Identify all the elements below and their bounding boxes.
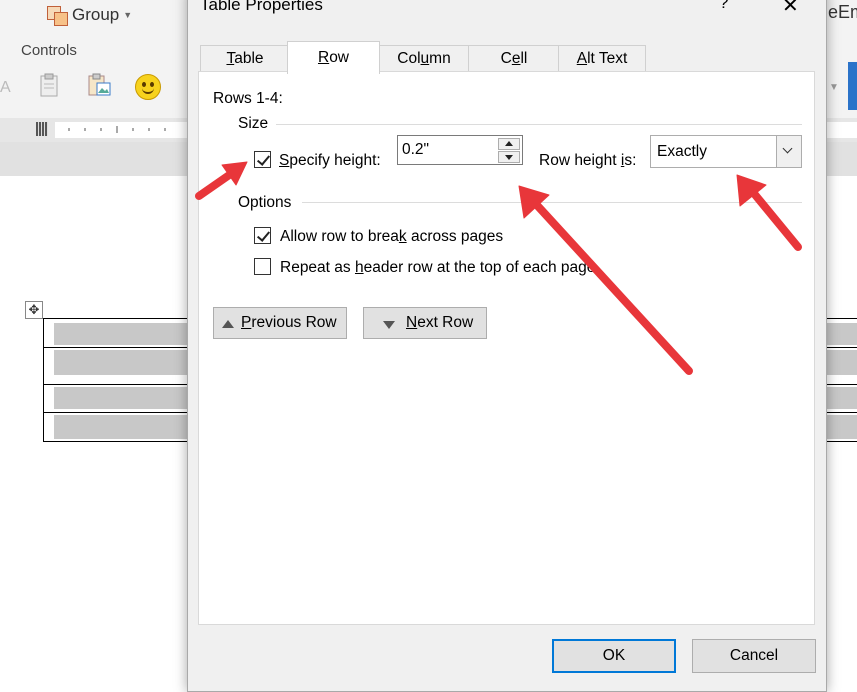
allow-break-checkbox[interactable] xyxy=(254,227,271,244)
tab-row-label: ow xyxy=(329,49,350,66)
row-height-is-text-pre: Row height xyxy=(539,152,621,169)
rows-label: Rows 1-4: xyxy=(213,90,283,107)
tab-cell[interactable]: Cell xyxy=(468,45,560,72)
triangle-up-icon xyxy=(222,320,234,328)
allow-break-text: across pages xyxy=(406,228,504,245)
height-input[interactable]: 0.2" xyxy=(402,141,429,159)
tab-alt-text[interactable]: Alt Text xyxy=(558,45,646,72)
clipboard-icon[interactable] xyxy=(38,72,60,98)
specify-height-checkbox[interactable] xyxy=(254,151,271,168)
specify-height-accesskey: S xyxy=(279,152,290,169)
tab-alt-text-label: lt Text xyxy=(587,50,628,67)
specify-height-text: pecify height: xyxy=(289,152,381,169)
row-height-mode-select[interactable]: Exactly xyxy=(650,135,802,168)
controls-group-label: Controls xyxy=(21,42,77,59)
group-label: Group xyxy=(72,5,120,24)
close-icon[interactable]: ✕ xyxy=(782,0,799,18)
group-icon xyxy=(46,4,68,26)
ribbon-cut-text: eEm xyxy=(828,2,857,22)
tab-alt-text-accesskey: A xyxy=(576,50,588,67)
table-properties-dialog: Table Properties ? ✕ Table Row Column Ce… xyxy=(187,0,827,692)
previous-row-accesskey: P xyxy=(241,314,252,331)
options-divider xyxy=(302,202,802,203)
row-height-mode-value: Exactly xyxy=(657,143,707,160)
spin-down-icon[interactable] xyxy=(498,151,520,163)
tab-column[interactable]: Column xyxy=(378,45,470,72)
ribbon-blue-button[interactable] xyxy=(848,62,857,110)
next-row-label: ext Row xyxy=(417,314,474,331)
help-icon[interactable]: ? xyxy=(719,0,728,13)
previous-row-label: revious Row xyxy=(251,314,337,331)
paste-picture-icon[interactable] xyxy=(86,72,111,98)
size-divider xyxy=(276,124,802,125)
spin-up-icon[interactable] xyxy=(498,138,520,150)
group-button[interactable]: Group ▼ xyxy=(46,4,132,26)
size-section-label: Size xyxy=(238,115,269,132)
allow-break-text-pre: Allow row to brea xyxy=(280,228,399,245)
allow-break-label[interactable]: Allow row to break across pages xyxy=(280,228,503,246)
tab-row[interactable]: Row xyxy=(287,41,380,74)
chevron-down-icon: ▼ xyxy=(123,10,133,20)
dialog-title: Table Properties xyxy=(200,0,323,14)
emoji-smiley-icon[interactable] xyxy=(135,74,161,100)
specify-height-label[interactable]: Specify height: xyxy=(279,152,381,170)
previous-row-button[interactable]: Previous Row xyxy=(213,307,347,339)
dropdown-caret-icon[interactable]: ▼ xyxy=(829,82,839,93)
options-section-label: Options xyxy=(238,194,292,211)
repeat-header-checkbox[interactable] xyxy=(254,258,271,275)
svg-text:A: A xyxy=(0,79,11,96)
text-style-icon[interactable]: A xyxy=(0,72,22,98)
repeat-header-label[interactable]: Repeat as header row at the top of each … xyxy=(280,259,595,277)
triangle-down-icon xyxy=(383,321,395,329)
table-move-handle-icon[interactable]: ✥ xyxy=(25,301,43,319)
ruler-margin-marker[interactable] xyxy=(36,122,48,136)
cancel-button[interactable]: Cancel xyxy=(692,639,816,673)
tab-cell-label: ll xyxy=(520,50,528,67)
repeat-header-text-pre: Repeat as xyxy=(280,259,355,276)
tab-column-label-pre: Col xyxy=(397,50,421,67)
next-row-button[interactable]: Next Row xyxy=(363,307,487,339)
tab-table-label: able xyxy=(234,50,264,67)
allow-break-accesskey: k xyxy=(398,228,407,245)
chevron-down-icon[interactable] xyxy=(776,136,801,167)
tab-row-accesskey: R xyxy=(317,49,330,66)
next-row-accesskey: N xyxy=(406,314,418,331)
tab-cell-label-pre: C xyxy=(500,50,512,67)
height-spinner[interactable]: 0.2" xyxy=(397,135,523,165)
ok-button[interactable]: OK xyxy=(552,639,676,673)
row-height-is-text: s: xyxy=(624,152,637,169)
repeat-header-accesskey: h xyxy=(354,259,364,276)
tab-column-label: mn xyxy=(429,50,451,67)
repeat-header-text: eader row at the top of each page xyxy=(363,259,596,276)
row-height-is-label: Row height is: xyxy=(539,152,636,170)
tab-table[interactable]: Table xyxy=(200,45,290,72)
tab-column-accesskey: u xyxy=(420,50,430,67)
